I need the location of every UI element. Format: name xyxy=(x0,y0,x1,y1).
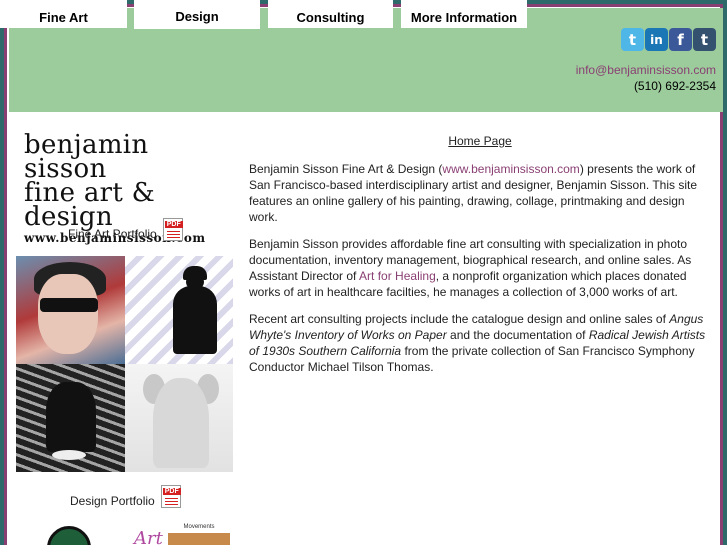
artwork-detail xyxy=(153,378,209,468)
tab-fine-art[interactable]: Fine Art xyxy=(0,0,127,28)
site-url-link[interactable]: www.benjaminsisson.com xyxy=(442,162,579,176)
social-links: t in f t xyxy=(621,28,716,51)
tab-consulting[interactable]: Consulting xyxy=(268,0,393,28)
main-content: Home Page Benjamin Sisson Fine Art & Des… xyxy=(249,133,711,386)
design-thumbnail-globe[interactable] xyxy=(47,526,91,545)
consulting-paragraph: Benjamin Sisson provides affordable fine… xyxy=(249,236,711,300)
artwork-thumbnail[interactable] xyxy=(125,256,233,364)
pdf-icon-lines xyxy=(166,231,180,232)
contact-phone: (510) 692-2354 xyxy=(633,79,716,93)
design-thumbnail-book-title: Movements xyxy=(168,524,230,533)
artwork-detail xyxy=(38,274,98,354)
artwork-thumbnail[interactable] xyxy=(125,364,233,472)
facebook-icon[interactable]: f xyxy=(669,28,692,51)
artwork-thumbnail[interactable] xyxy=(16,256,125,364)
fine-art-portfolio-link[interactable]: Fine Art Portfolio PDF xyxy=(68,218,183,241)
intro-paragraph: Benjamin Sisson Fine Art & Design (www.b… xyxy=(249,161,711,225)
tab-design[interactable]: Design xyxy=(134,0,260,29)
artwork-thumbnail[interactable] xyxy=(16,364,125,472)
artwork-detail xyxy=(52,450,86,460)
art-for-healing-link[interactable]: Art for Healing xyxy=(359,269,436,283)
pdf-icon-label: PDF xyxy=(164,221,183,228)
artwork-detail xyxy=(173,286,217,354)
home-page-link[interactable]: Home Page xyxy=(249,133,711,149)
pdf-icon-label: PDF xyxy=(162,488,181,495)
contact-email-link[interactable]: info@benjaminsisson.com xyxy=(576,63,716,77)
design-thumbnail-logo[interactable]: Art xyxy=(134,528,163,545)
artwork-detail xyxy=(40,298,98,312)
artwork-gallery xyxy=(16,256,233,472)
projects-text: Recent art consulting projects include t… xyxy=(249,312,670,326)
main-nav: Fine Art Design Consulting More Informat… xyxy=(0,0,727,30)
fine-art-portfolio-label: Fine Art Portfolio xyxy=(68,227,157,241)
projects-paragraph: Recent art consulting projects include t… xyxy=(249,311,711,375)
pdf-icon[interactable]: PDF xyxy=(162,218,183,241)
tumblr-icon[interactable]: t xyxy=(693,28,716,51)
twitter-icon[interactable]: t xyxy=(621,28,644,51)
page: Fine Art Design Consulting More Informat… xyxy=(0,0,727,545)
linkedin-icon[interactable]: in xyxy=(645,28,668,51)
projects-text-cont: and the documentation of xyxy=(446,328,589,342)
tab-more-information[interactable]: More Information xyxy=(401,0,527,28)
frame-right-border xyxy=(723,0,727,545)
pdf-icon-lines xyxy=(164,498,178,499)
artwork-detail xyxy=(46,382,96,452)
design-thumbnail-book[interactable]: Movements xyxy=(168,524,230,545)
pdf-icon[interactable]: PDF xyxy=(160,485,181,508)
design-thumbnails: Art Movements xyxy=(16,524,236,545)
design-portfolio-link[interactable]: Design Portfolio PDF xyxy=(70,485,181,508)
design-portfolio-label: Design Portfolio xyxy=(70,494,155,508)
intro-text: Benjamin Sisson Fine Art & Design ( xyxy=(249,162,443,176)
frame-left-accent xyxy=(4,4,7,545)
logo-line-name: benjamin sisson xyxy=(24,130,149,184)
